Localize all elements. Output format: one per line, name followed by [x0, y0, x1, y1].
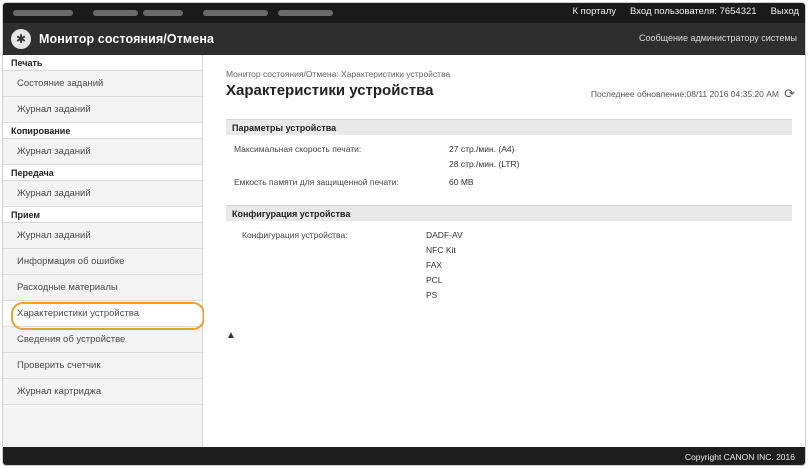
max-speed-ltr: 28 стр./мин. (LTR) — [449, 159, 520, 169]
back-to-top-icon[interactable]: ▲ — [226, 330, 236, 341]
logout-link[interactable]: Выход — [771, 6, 799, 17]
section-device-parameters: Параметры устройства — [226, 119, 792, 135]
config-label: Конфигурация устройства: — [242, 230, 348, 240]
last-updated: Последнее обновление:08/11 2016 04:35:20… — [590, 89, 779, 99]
config-item: PS — [426, 290, 438, 300]
sidebar-item-consumables[interactable]: Расходные материалы — [3, 275, 202, 301]
sidebar-item-check-counter[interactable]: Проверить счетчик — [3, 353, 202, 379]
blurred-text — [143, 10, 183, 16]
config-item: PCL — [426, 275, 443, 285]
sidebar-item-cartridge-log[interactable]: Журнал картриджа — [3, 379, 202, 405]
sidebar-item-copy-job-log[interactable]: Журнал заданий — [3, 139, 202, 165]
max-speed-label: Максимальная скорость печати: — [234, 144, 362, 154]
sidebar-item-receive-job-log[interactable]: Журнал заданий — [3, 223, 202, 249]
blurred-text — [278, 10, 333, 16]
blurred-text — [13, 10, 73, 16]
sidebar-section-print: Печать — [3, 55, 202, 71]
sidebar-section-receive: Прием — [3, 207, 202, 223]
portal-link[interactable]: К порталу — [573, 6, 617, 17]
login-user: Вход пользователя: 7654321 — [630, 6, 757, 17]
secure-memory-value: 60 MB — [449, 177, 474, 187]
title-bar: ✱ Монитор состояния/Отмена Сообщение адм… — [3, 23, 805, 55]
max-speed-a4: 27 стр./мин. (A4) — [449, 144, 515, 154]
app-title: Монитор состояния/Отмена — [39, 32, 215, 46]
footer: Copyright CANON INC. 2016 — [3, 447, 805, 465]
blurred-text — [203, 10, 268, 16]
breadcrumb: Монитор состояния/Отмена: Характеристики… — [226, 69, 451, 79]
section-device-config: Конфигурация устройства — [226, 205, 792, 221]
blurred-text — [93, 10, 138, 16]
secure-memory-label: Емкость памяти для защищенной печати: — [234, 177, 399, 187]
page-title: Характеристики устройства — [226, 82, 434, 99]
sidebar-item-print-job-log[interactable]: Журнал заданий — [3, 97, 202, 123]
config-item: DADF-AV — [426, 230, 463, 240]
copyright: Copyright CANON INC. 2016 — [684, 452, 795, 462]
sidebar-item-job-status[interactable]: Состояние заданий — [3, 71, 202, 97]
config-item: FAX — [426, 260, 443, 270]
sidebar-section-copy: Копирование — [3, 123, 202, 139]
sidebar-section-send: Передача — [3, 165, 202, 181]
sidebar-item-device-features[interactable]: Характеристики устройства — [3, 301, 205, 330]
sidebar-item-device-info[interactable]: Сведения об устройстве — [3, 327, 202, 353]
sidebar: Печать Состояние заданий Журнал заданий … — [3, 55, 205, 447]
config-item: NFC Kit — [426, 245, 456, 255]
top-bar: К порталу Вход пользователя: 7654321 Вых… — [3, 3, 805, 23]
status-monitor-icon: ✱ — [11, 29, 31, 49]
admin-message-link[interactable]: Сообщение администратору системы — [639, 33, 797, 43]
sidebar-item-error-info[interactable]: Информация об ошибке — [3, 249, 202, 275]
sidebar-item-send-job-log[interactable]: Журнал заданий — [3, 181, 202, 207]
refresh-icon[interactable]: ⟳ — [784, 86, 795, 102]
main-content: Монитор состояния/Отмена: Характеристики… — [204, 55, 805, 447]
browser-frame: К порталу Вход пользователя: 7654321 Вых… — [2, 2, 806, 466]
